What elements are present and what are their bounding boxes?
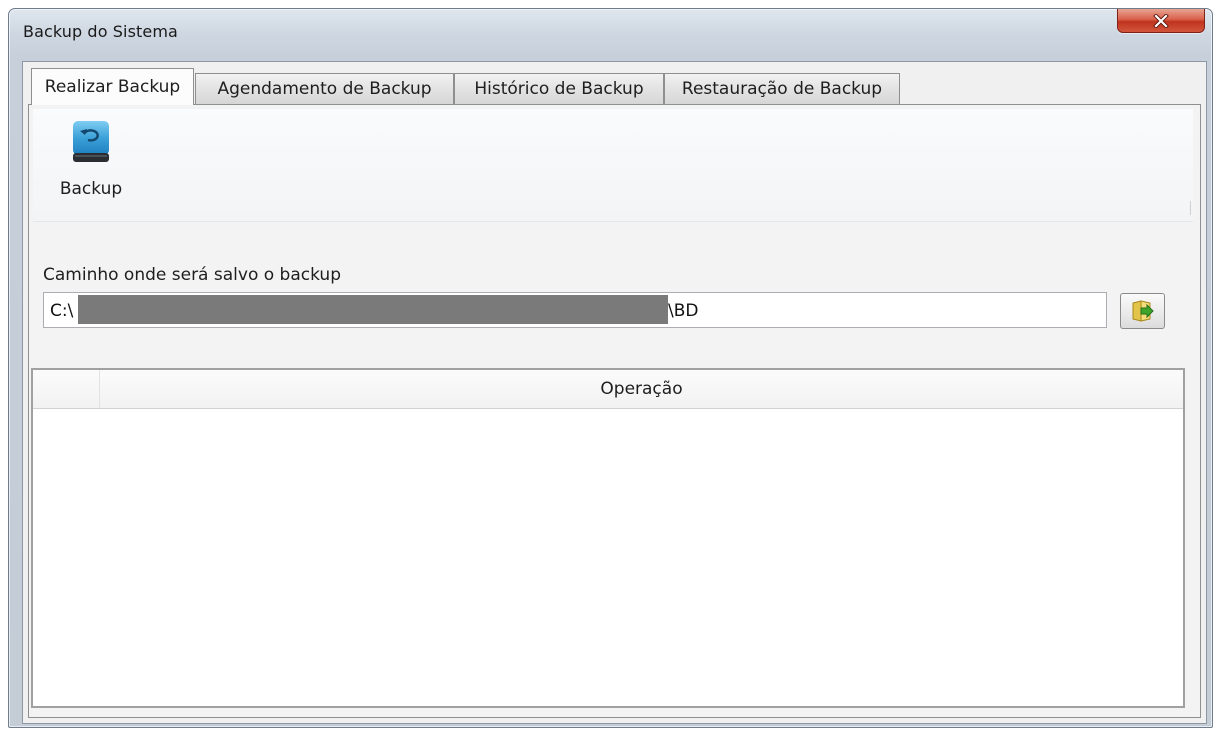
client-area: Realizar Backup Agendamento de Backup Hi… — [22, 61, 1207, 724]
toolbar: Backup — [33, 109, 1193, 222]
grid-header: Operação — [33, 370, 1183, 409]
browse-folder-button[interactable] — [1120, 293, 1165, 329]
tab-label: Agendamento de Backup — [217, 79, 432, 99]
tab-label: Restauração de Backup — [681, 79, 883, 99]
grid-body — [33, 409, 1183, 706]
tab-historico-de-backup[interactable]: Histórico de Backup — [454, 73, 664, 104]
window-title: Backup do Sistema — [23, 22, 178, 41]
folder-open-icon — [1132, 300, 1154, 322]
tab-panel-realizar-backup: Backup Caminho onde será salvo o backup … — [28, 104, 1201, 718]
close-icon — [1153, 13, 1169, 28]
tab-restauracao-de-backup[interactable]: Restauração de Backup — [664, 73, 900, 104]
backup-path-field[interactable]: C:\ \BD — [43, 292, 1107, 328]
grid-row-header-corner — [33, 370, 100, 408]
tab-label: Histórico de Backup — [474, 79, 644, 99]
backup-drive-icon — [73, 121, 109, 162]
operations-grid[interactable]: Operação — [31, 368, 1185, 708]
path-redacted-segment — [78, 295, 668, 324]
tab-agendamento-de-backup[interactable]: Agendamento de Backup — [195, 73, 454, 104]
tab-strip: Realizar Backup Agendamento de Backup Hi… — [23, 68, 1206, 105]
path-value-start: C:\ — [50, 301, 74, 321]
close-button[interactable] — [1117, 9, 1205, 33]
backup-button-label: Backup — [59, 179, 123, 199]
title-bar[interactable]: Backup do Sistema — [9, 9, 1212, 57]
toolbar-divider — [1190, 201, 1191, 215]
backup-button[interactable]: Backup — [53, 117, 129, 209]
path-label: Caminho onde será salvo o backup — [43, 265, 341, 285]
backup-window: Backup do Sistema Realizar Backup Agenda… — [8, 8, 1213, 728]
column-header-operacao[interactable]: Operação — [100, 370, 1183, 408]
column-header-label: Operação — [600, 379, 683, 399]
tab-realizar-backup[interactable]: Realizar Backup — [31, 68, 194, 105]
tab-label: Realizar Backup — [44, 77, 181, 97]
path-value-end: \BD — [668, 301, 699, 321]
